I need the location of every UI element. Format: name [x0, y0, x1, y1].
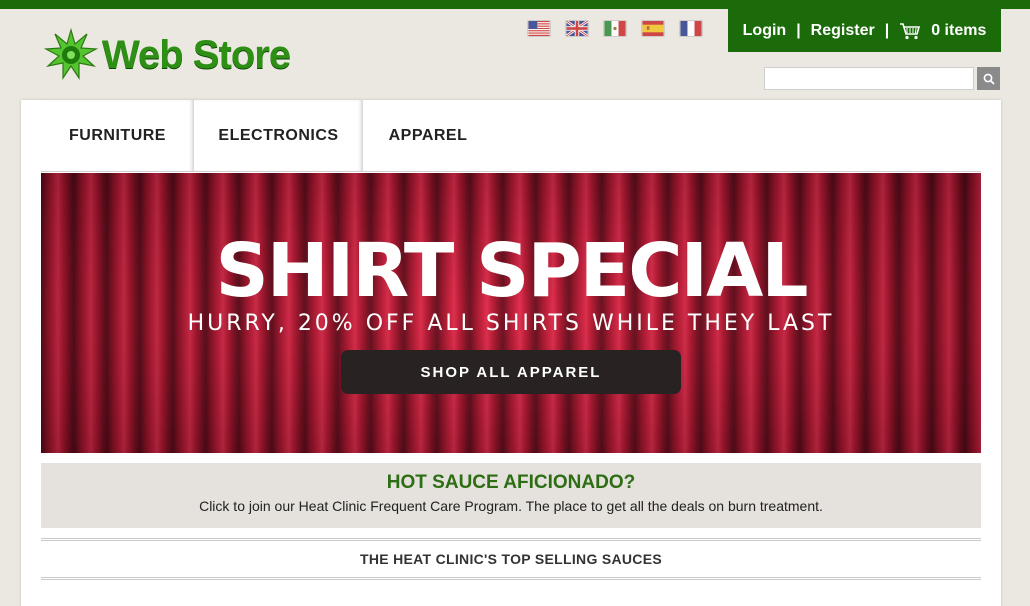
flag-france-icon[interactable] [679, 20, 703, 37]
main-panel: FURNITURE ELECTRONICS APPAREL SHIRT SPEC… [21, 100, 1001, 606]
brand-name: Web Store [102, 32, 291, 77]
search-icon [983, 73, 995, 85]
logo[interactable]: Web Store [44, 28, 291, 82]
separator: | [796, 21, 801, 39]
flag-uk-icon[interactable] [565, 20, 589, 37]
cart-link[interactable]: 0 items [899, 22, 986, 40]
tab-apparel[interactable]: APPAREL [363, 100, 493, 171]
top-strip [0, 0, 1030, 9]
cart-count: 0 [931, 21, 941, 39]
section-heading: THE HEAT CLINIC'S TOP SELLING SAUCES [41, 538, 981, 580]
search-bar [764, 67, 1000, 90]
flag-spain-icon[interactable] [641, 20, 665, 37]
banner-title: SHIRT SPECIAL [215, 228, 808, 314]
search-button[interactable] [977, 67, 1000, 90]
shop-apparel-button[interactable]: SHOP ALL APPAREL [341, 350, 681, 394]
promo-box[interactable]: HOT SAUCE AFICIONADO? Click to join our … [41, 463, 981, 528]
tab-electronics[interactable]: ELECTRONICS [194, 100, 363, 171]
main-nav: FURNITURE ELECTRONICS APPAREL [41, 100, 981, 172]
promo-text: Click to join our Heat Clinic Frequent C… [199, 498, 823, 514]
register-link[interactable]: Register [811, 22, 875, 40]
cart-icon [900, 22, 921, 39]
banner-subtitle: HURRY, 20% OFF ALL SHIRTS WHILE THEY LAS… [187, 311, 835, 336]
promo-banner[interactable]: SHIRT SPECIAL HURRY, 20% OFF ALL SHIRTS … [41, 173, 981, 453]
promo-title: HOT SAUCE AFICIONADO? [386, 472, 636, 493]
flag-mexico-icon[interactable] [603, 20, 627, 37]
account-bar: Login | Register | 0 items [728, 9, 1001, 52]
flag-us-icon[interactable] [527, 20, 551, 37]
language-flags [527, 20, 717, 37]
login-link[interactable]: Login [743, 22, 787, 40]
green-star-icon [44, 28, 98, 80]
cart-label: items [944, 21, 987, 39]
tab-furniture[interactable]: FURNITURE [41, 100, 194, 171]
search-input[interactable] [764, 67, 974, 90]
separator: | [884, 21, 890, 39]
